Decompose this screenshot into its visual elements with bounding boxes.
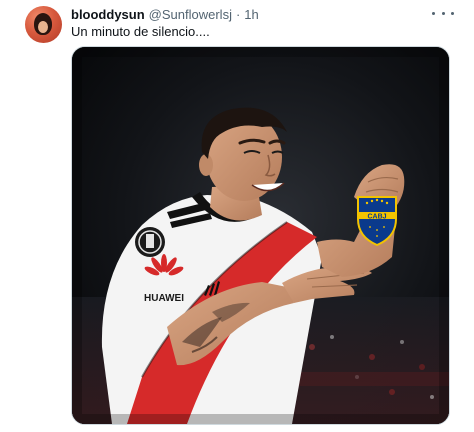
tweet: blooddysun @Sunflowerlsj · 1h Un minuto … <box>0 0 474 432</box>
tweet-media-image[interactable]: HUAWEI CABJ <box>71 46 450 425</box>
tweet-header: blooddysun @Sunflowerlsj · 1h <box>71 7 259 25</box>
avatar-face <box>38 21 48 33</box>
timestamp[interactable]: 1h <box>244 7 258 22</box>
jersey-sponsor-text: HUAWEI <box>144 293 184 304</box>
more-horizontal-icon[interactable] <box>432 6 454 20</box>
display-name[interactable]: blooddysun <box>71 7 145 22</box>
badge-text: CABJ <box>367 214 386 221</box>
tweet-text: Un minuto de silencio.... <box>71 24 210 39</box>
photo-player-gesture: HUAWEI CABJ <box>72 47 449 424</box>
separator-dot: · <box>235 7 241 22</box>
user-handle[interactable]: @Sunflowerlsj <box>149 7 232 22</box>
avatar[interactable] <box>25 6 62 43</box>
page-margin <box>454 0 474 432</box>
